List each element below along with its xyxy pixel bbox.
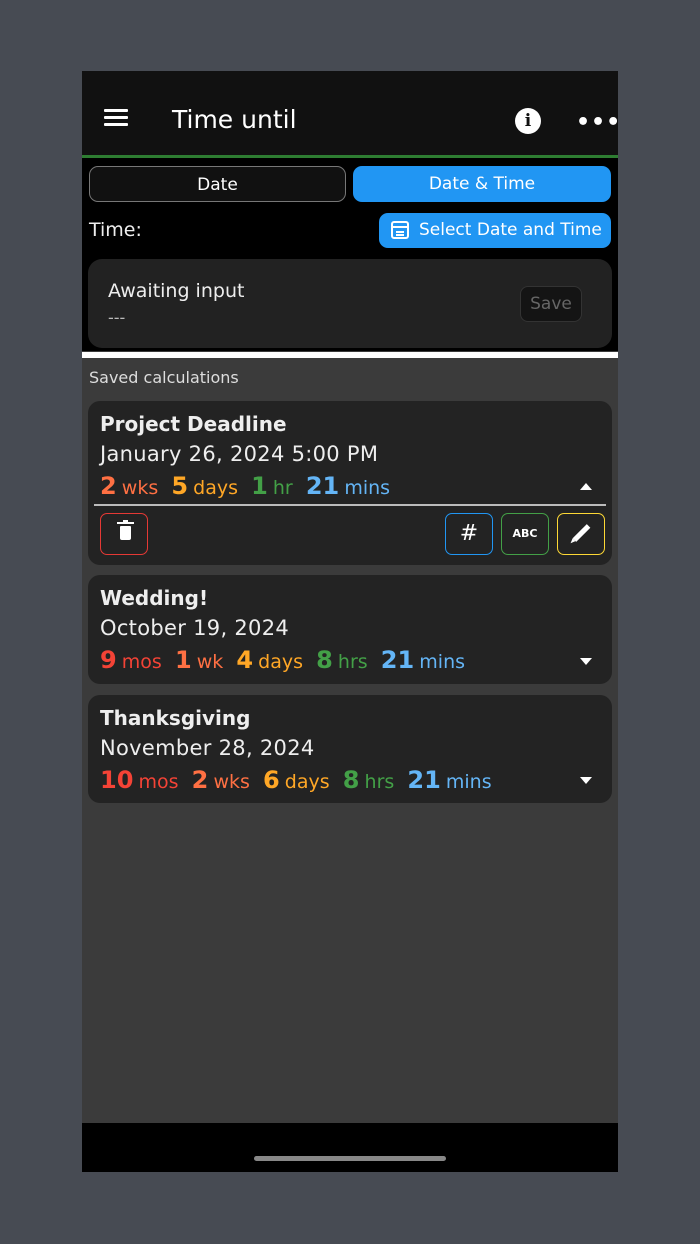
text-format-button[interactable]: ABC (501, 513, 549, 555)
saved-card-thanksgiving[interactable]: Thanksgiving November 28, 2024 10 mos 2 … (88, 695, 612, 803)
duration-minutes-value: 21 (305, 472, 340, 500)
select-date-time-button[interactable]: Select Date and Time (379, 213, 611, 248)
save-button[interactable]: Save (520, 286, 582, 322)
card-title: Thanksgiving (100, 706, 251, 730)
duration-days-unit: days (193, 477, 238, 499)
duration-minutes-unit: mins (445, 771, 492, 793)
result-card: Awaiting input --- Save (88, 259, 612, 348)
duration-days-unit: days (258, 651, 304, 673)
duration-hours-value: 8 (316, 646, 333, 674)
duration-days-unit: days (284, 771, 330, 793)
more-options-icon[interactable]: ••• (576, 110, 618, 135)
saved-calculations-label: Saved calculations (89, 368, 239, 387)
calendar-icon (391, 221, 409, 239)
duration-hours-value: 1 (251, 472, 268, 500)
collapse-chevron-icon[interactable] (580, 483, 592, 490)
duration-hours-unit: hr (272, 477, 293, 499)
duration-minutes-value: 21 (380, 646, 415, 674)
home-indicator[interactable] (254, 1156, 446, 1161)
duration-minutes-unit: mins (419, 651, 466, 673)
duration-weeks-value: 2 (100, 472, 117, 500)
card-date: January 26, 2024 5:00 PM (100, 442, 379, 466)
card-duration: 2 wks 5 days 1 hr 21 mins (100, 472, 398, 500)
duration-days-value: 5 (171, 472, 189, 500)
duration-weeks-unit: wks (213, 771, 250, 793)
duration-months-unit: mos (138, 771, 179, 793)
tab-date-and-time[interactable]: Date & Time (353, 166, 611, 202)
trash-icon (117, 520, 134, 540)
info-icon[interactable]: i (515, 108, 541, 134)
time-label: Time: (89, 219, 142, 241)
divider-bar (82, 352, 618, 358)
duration-weeks-value: 1 (174, 646, 192, 674)
menu-icon[interactable] (104, 109, 128, 127)
expand-chevron-icon[interactable] (580, 658, 592, 665)
card-divider (94, 504, 606, 506)
duration-months-value: 10 (100, 766, 134, 794)
duration-months-unit: mos (121, 651, 162, 673)
result-value: --- (108, 308, 126, 327)
duration-weeks-value: 2 (191, 766, 209, 794)
phone-screen: Time until i ••• Date Date & Time Time: … (82, 71, 618, 1172)
pencil-icon (572, 524, 591, 542)
card-duration: 10 mos 2 wks 6 days 8 hrs 21 mins (100, 766, 500, 794)
duration-months-value: 9 (100, 646, 117, 674)
card-duration: 9 mos 1 wk 4 days 8 hrs 21 mins (100, 646, 473, 674)
saved-card-project-deadline[interactable]: Project Deadline January 26, 2024 5:00 P… (88, 401, 612, 565)
expand-chevron-icon[interactable] (580, 777, 592, 784)
duration-days-value: 4 (236, 646, 254, 674)
duration-hours-unit: hrs (364, 771, 395, 793)
duration-days-value: 6 (262, 766, 280, 794)
result-status: Awaiting input (108, 280, 245, 302)
card-title: Project Deadline (100, 412, 287, 436)
tab-date[interactable]: Date (89, 166, 346, 202)
duration-hours-value: 8 (342, 766, 360, 794)
numeric-format-button[interactable]: # (445, 513, 493, 555)
card-title: Wedding! (100, 586, 209, 610)
app-title: Time until (172, 105, 297, 134)
select-date-time-label: Select Date and Time (419, 220, 602, 240)
delete-button[interactable] (100, 513, 148, 555)
app-bar: Time until i ••• (82, 71, 618, 158)
duration-minutes-unit: mins (344, 477, 391, 499)
card-date: October 19, 2024 (100, 616, 290, 640)
duration-weeks-unit: wk (196, 651, 224, 673)
card-date: November 28, 2024 (100, 736, 315, 760)
edit-button[interactable] (557, 513, 605, 555)
input-panel: Date Date & Time Time: Select Date and T… (82, 158, 618, 351)
duration-hours-unit: hrs (337, 651, 368, 673)
duration-weeks-unit: wks (121, 477, 159, 499)
system-nav-bar (82, 1123, 618, 1172)
duration-minutes-value: 21 (407, 766, 441, 794)
saved-card-wedding[interactable]: Wedding! October 19, 2024 9 mos 1 wk 4 d… (88, 575, 612, 684)
